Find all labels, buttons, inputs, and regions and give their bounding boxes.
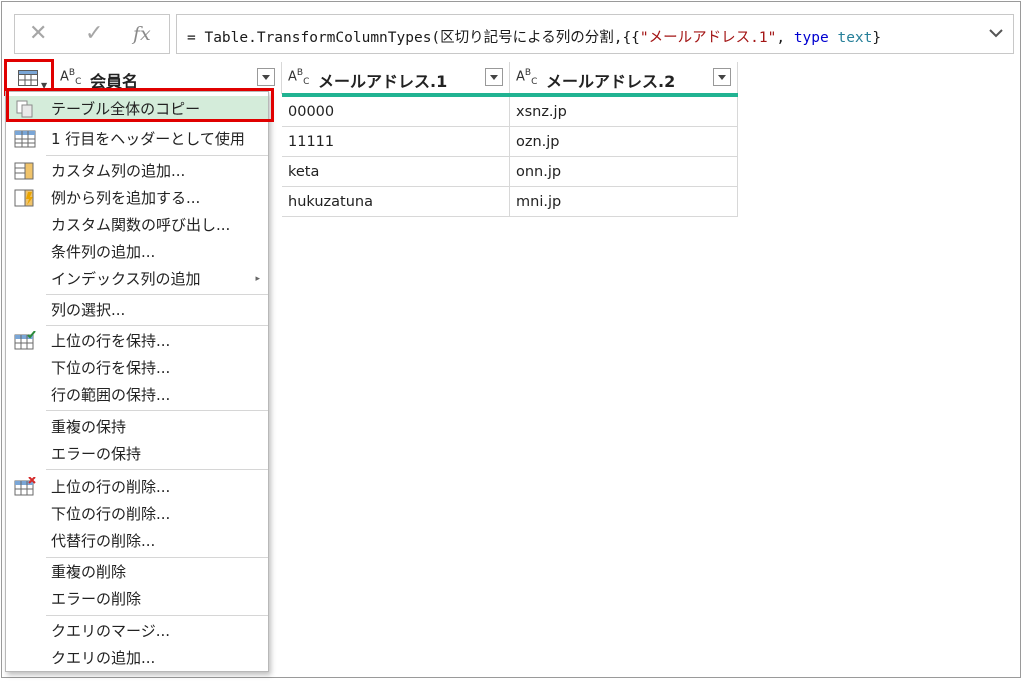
menu-item-keep-bottom-rows[interactable]: 下位の行を保持... bbox=[6, 355, 268, 381]
menu-separator bbox=[46, 557, 268, 558]
formula-prefix: = Table.TransformColumnTypes(区切り記号による列の分… bbox=[187, 30, 640, 46]
menu-item-label: 上位の行を保持... bbox=[51, 332, 171, 350]
table-cell[interactable]: xsnz.jp bbox=[510, 97, 738, 127]
text-type-icon: ABC bbox=[60, 68, 82, 87]
fx-icon[interactable]: fx bbox=[133, 21, 151, 47]
filter-dropdown-button[interactable] bbox=[713, 68, 731, 86]
column-name: メールアドレス.2 bbox=[546, 72, 676, 91]
filter-dropdown-button[interactable] bbox=[485, 68, 503, 86]
formula-text[interactable]: = Table.TransformColumnTypes(区切り記号による列の分… bbox=[187, 26, 881, 47]
column-name: メールアドレス.1 bbox=[318, 72, 448, 91]
keep-rows-icon bbox=[14, 331, 36, 350]
formula-string: "メールアドレス.1" bbox=[639, 30, 777, 46]
table-header-icon bbox=[14, 130, 36, 148]
menu-item-label: 条件列の追加... bbox=[51, 243, 156, 261]
menu-separator bbox=[46, 155, 268, 156]
table-icon bbox=[18, 70, 38, 86]
menu-item-column-from-examples[interactable]: 例から列を追加する... bbox=[6, 185, 268, 211]
menu-item-label: 重複の削除 bbox=[51, 563, 127, 581]
menu-item-label: インデックス列の追加 bbox=[51, 270, 201, 288]
menu-item-add-custom-column[interactable]: カスタム列の追加... bbox=[6, 158, 268, 184]
menu-item-label: カスタム列の追加... bbox=[51, 162, 186, 180]
menu-separator bbox=[46, 294, 268, 295]
formula-input[interactable]: = Table.TransformColumnTypes(区切り記号による列の分… bbox=[176, 14, 1014, 54]
menu-item-label: エラーの保持 bbox=[51, 445, 142, 463]
text-type-icon: ABC bbox=[516, 68, 538, 87]
menu-item-label: 下位の行の削除... bbox=[51, 505, 171, 523]
formula-bar-buttons: ✕ ✓ fx bbox=[14, 14, 170, 54]
menu-item-label: クエリのマージ... bbox=[51, 622, 171, 640]
column-header-email2[interactable]: ABC メールアドレス.2 bbox=[510, 62, 738, 94]
menu-item-remove-alternate-rows[interactable]: 代替行の削除... bbox=[6, 528, 268, 554]
menu-item-label: エラーの削除 bbox=[51, 590, 142, 608]
menu-item-remove-duplicates[interactable]: 重複の削除 bbox=[6, 559, 268, 585]
column-from-examples-icon bbox=[14, 189, 34, 207]
formula-separator: , bbox=[776, 30, 794, 46]
menu-separator bbox=[46, 615, 268, 616]
check-icon[interactable]: ✓ bbox=[85, 21, 103, 47]
menu-item-remove-bottom-rows[interactable]: 下位の行の削除... bbox=[6, 501, 268, 527]
menu-item-use-first-row-header[interactable]: 1 行目をヘッダーとして使用 bbox=[6, 126, 268, 152]
menu-item-keep-duplicates[interactable]: 重複の保持 bbox=[6, 414, 268, 440]
table-context-menu: テーブル全体のコピー 1 行目をヘッダーとして使用 カスタム列の追加... 例か… bbox=[5, 88, 274, 672]
table-cell[interactable]: hukuzatuna bbox=[282, 187, 510, 217]
table-cell[interactable]: ozn.jp bbox=[510, 127, 738, 157]
submenu-arrow-icon: ▸ bbox=[255, 274, 260, 284]
menu-item-keep-top-rows[interactable]: 上位の行を保持... bbox=[6, 328, 268, 354]
menu-item-label: 代替行の削除... bbox=[51, 532, 156, 550]
text-type-icon: ABC bbox=[288, 68, 310, 87]
table-cell[interactable]: mni.jp bbox=[510, 187, 738, 217]
menu-item-label: 上位の行の削除... bbox=[51, 478, 171, 496]
menu-item-append-queries[interactable]: クエリの追加... bbox=[6, 645, 268, 671]
menu-item-remove-top-rows[interactable]: 上位の行の削除... bbox=[6, 474, 268, 500]
filter-dropdown-button[interactable] bbox=[257, 68, 275, 86]
menu-item-label: 例から列を追加する... bbox=[51, 189, 201, 207]
table-cell[interactable]: onn.jp bbox=[510, 157, 738, 187]
menu-item-label: カスタム関数の呼び出し... bbox=[51, 216, 231, 234]
remove-rows-icon bbox=[14, 477, 36, 496]
menu-item-keep-errors[interactable]: エラーの保持 bbox=[6, 441, 268, 467]
menu-separator bbox=[46, 325, 268, 326]
custom-column-icon bbox=[14, 162, 34, 180]
formula-keyword: type bbox=[793, 30, 829, 46]
table-cell[interactable]: 11111 bbox=[282, 127, 510, 157]
menu-item-choose-columns[interactable]: 列の選択... bbox=[6, 297, 268, 323]
menu-item-label: 下位の行を保持... bbox=[51, 359, 171, 377]
menu-item-label: 行の範囲の保持... bbox=[51, 386, 171, 404]
menu-item-keep-range-rows[interactable]: 行の範囲の保持... bbox=[6, 382, 268, 408]
menu-item-label: 重複の保持 bbox=[51, 418, 127, 436]
menu-separator bbox=[46, 469, 268, 470]
menu-item-add-conditional-column[interactable]: 条件列の追加... bbox=[6, 239, 268, 265]
menu-item-merge-queries[interactable]: クエリのマージ... bbox=[6, 618, 268, 644]
column-header-email1[interactable]: ABC メールアドレス.1 bbox=[282, 62, 510, 94]
formula-type: text bbox=[837, 30, 873, 46]
table-cell[interactable]: 00000 bbox=[282, 97, 510, 127]
menu-item-remove-errors[interactable]: エラーの削除 bbox=[6, 586, 268, 612]
menu-item-label: 1 行目をヘッダーとして使用 bbox=[51, 130, 245, 148]
menu-item-add-index-column[interactable]: インデックス列の追加 ▸ bbox=[6, 266, 268, 292]
menu-item-label: 列の選択... bbox=[51, 301, 126, 319]
menu-item-label: クエリの追加... bbox=[51, 649, 156, 667]
highlight-box bbox=[6, 88, 274, 122]
menu-item-invoke-custom-function[interactable]: カスタム関数の呼び出し... bbox=[6, 212, 268, 238]
menu-separator bbox=[46, 410, 268, 411]
cancel-icon[interactable]: ✕ bbox=[29, 21, 47, 47]
chevron-down-icon[interactable] bbox=[989, 28, 1003, 38]
table-cell[interactable]: keta bbox=[282, 157, 510, 187]
formula-suffix: } bbox=[872, 30, 882, 46]
